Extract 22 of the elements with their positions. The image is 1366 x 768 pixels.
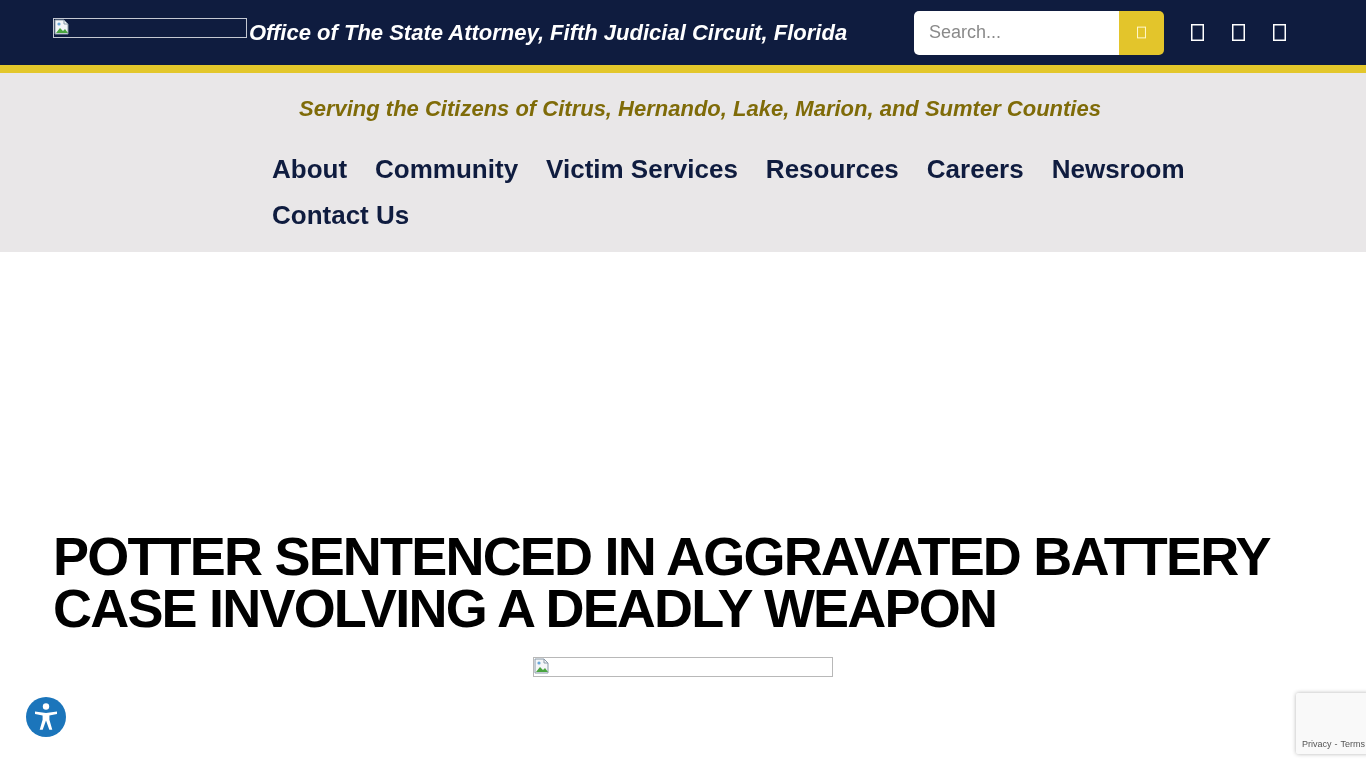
search-button[interactable] bbox=[1119, 10, 1164, 55]
nav-link[interactable]: Victim Services bbox=[546, 151, 738, 187]
nav-link[interactable]: Contact Us bbox=[272, 197, 410, 233]
nav-link[interactable]: Newsroom bbox=[1051, 151, 1185, 187]
box-icon bbox=[1137, 26, 1146, 39]
box-icon[interactable] bbox=[1191, 24, 1204, 41]
search-field[interactable]: Search... bbox=[914, 10, 1119, 55]
box-icon[interactable] bbox=[1273, 24, 1286, 41]
accessibility-icon[interactable] bbox=[26, 697, 66, 737]
nav-link[interactable]: Community bbox=[375, 151, 519, 187]
separator-text: - bbox=[1334, 739, 1338, 750]
broken-image-icon bbox=[54, 18, 70, 35]
box-icon[interactable] bbox=[1232, 24, 1245, 41]
recaptcha-link[interactable]: Terms bbox=[1340, 739, 1365, 750]
nav-link[interactable]: Resources bbox=[765, 151, 899, 187]
site-title: Office of The State Attorney, Fifth Judicial Circuit, Florida bbox=[249, 19, 848, 46]
nav-link[interactable]: About bbox=[272, 151, 348, 187]
article-headline: POTTER SENTENCED IN AGGRAVATED BATTERY CASE INVOLVING A DEADLY WEAPON bbox=[53, 530, 1271, 634]
nav-link[interactable]: Careers bbox=[926, 151, 1024, 187]
recaptcha-link[interactable]: Privacy bbox=[1302, 739, 1332, 750]
tagline: Serving the Citizens of Citrus, Hernando, Lake, Marion, and Sumter Counties bbox=[298, 96, 1102, 122]
broken-image-icon bbox=[534, 658, 550, 674]
